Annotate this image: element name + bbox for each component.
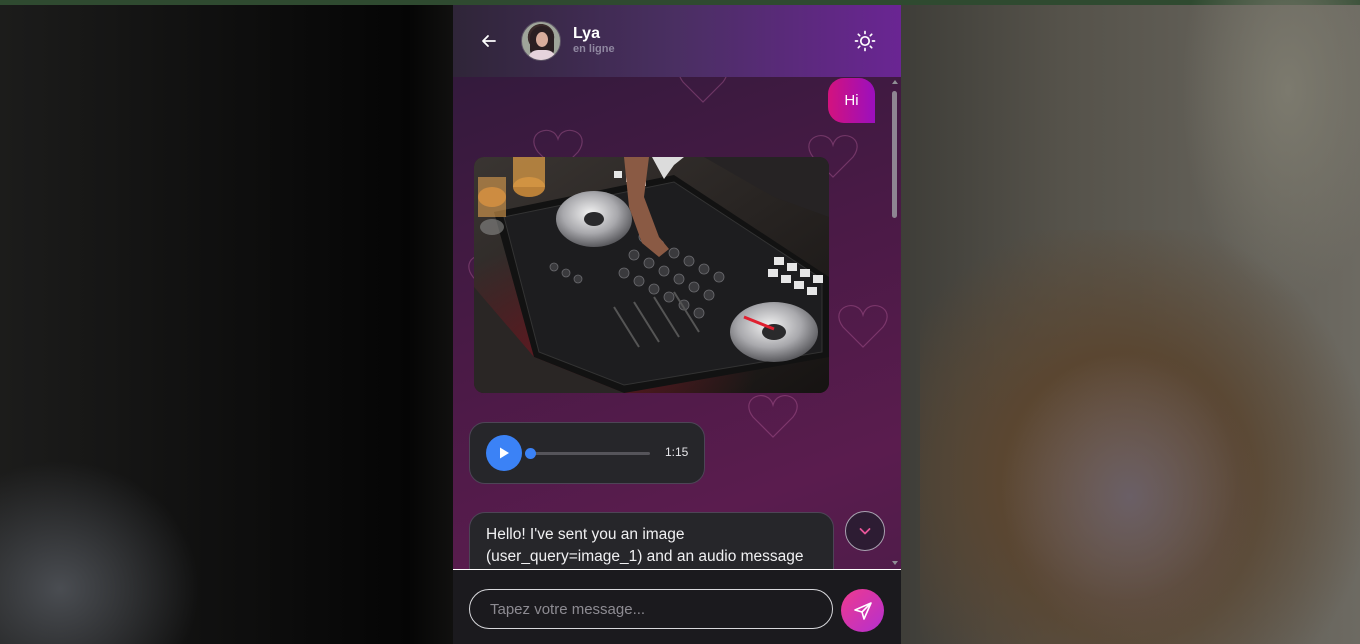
chevron-down-icon [859, 528, 871, 535]
send-button[interactable] [841, 589, 884, 632]
chat-header: Lya en ligne [453, 5, 901, 77]
background-blur-shape [0, 460, 200, 644]
scroll-up-arrow-icon[interactable] [892, 80, 898, 84]
arrow-left-icon [482, 35, 496, 47]
scroll-down-arrow-icon[interactable] [892, 561, 898, 565]
scrollbar-handle[interactable] [892, 91, 897, 218]
play-button[interactable] [486, 435, 522, 471]
contact-name: Lya [573, 25, 600, 42]
audio-progress-track[interactable] [530, 452, 650, 455]
message-list[interactable]: Hi 1:15 Hello! I've sent you an image (u… [453, 77, 901, 569]
avatar-shirt [528, 50, 556, 60]
audio-message: 1:15 [469, 422, 705, 484]
audio-progress-thumb[interactable] [525, 448, 536, 459]
avatar-face [536, 32, 548, 47]
background-blur-shape [1000, 350, 1260, 644]
scroll-down-button[interactable] [845, 511, 885, 551]
dj-controller-photo [474, 157, 829, 393]
received-message-bubble: Hello! I've sent you an image (user_quer… [469, 512, 834, 569]
message-scrollbar[interactable] [889, 77, 901, 569]
image-message[interactable] [474, 157, 829, 393]
sent-message-bubble: Hi [828, 78, 875, 123]
avatar[interactable] [521, 21, 561, 61]
audio-duration: 1:15 [665, 445, 689, 459]
contact-status: en ligne [573, 43, 615, 55]
back-button[interactable] [475, 27, 503, 55]
send-icon [853, 601, 872, 620]
composer [453, 569, 901, 644]
sun-icon [854, 30, 876, 52]
message-input[interactable] [469, 589, 833, 629]
play-icon [500, 447, 509, 459]
theme-toggle-button[interactable] [851, 27, 879, 55]
chat-window: Lya en ligne Hi 1:15 Hello! I've sent yo… [453, 5, 901, 644]
